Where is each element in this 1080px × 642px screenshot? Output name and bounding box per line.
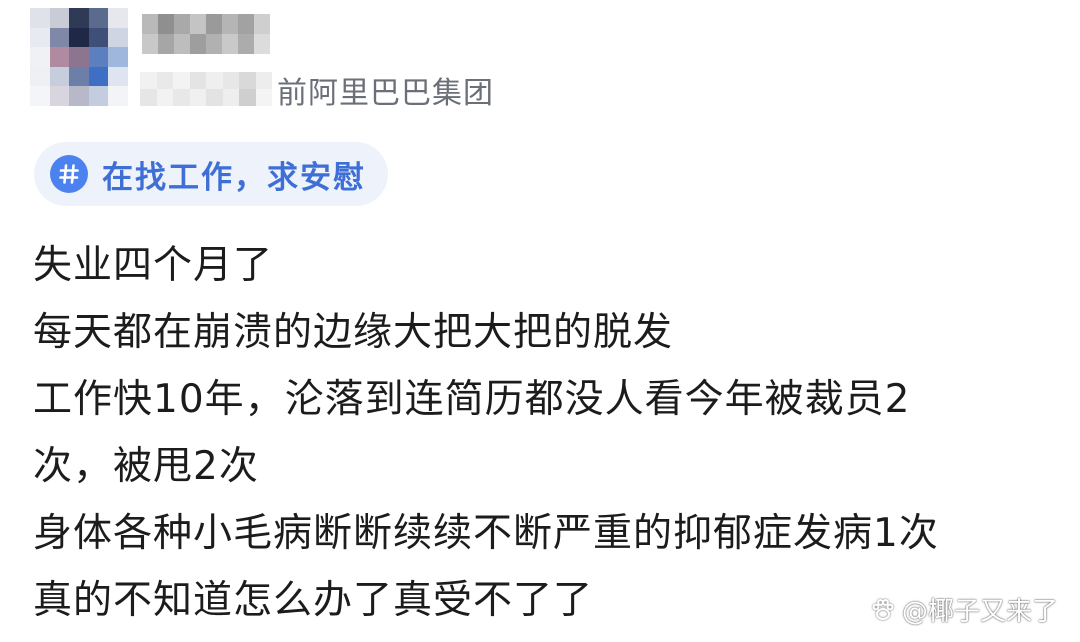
post-meta-blurred	[140, 72, 272, 106]
post-body-line: 次，被甩2次	[33, 444, 259, 489]
watermark: @椰子又来了	[870, 591, 1058, 628]
watermark-text: @椰子又来了	[901, 597, 1058, 627]
post-body-line: 工作快10年，沦落到连简历都没人看今年被裁员2	[33, 377, 911, 422]
post-body-line: 失业四个月了	[33, 243, 274, 288]
avatar[interactable]	[30, 8, 128, 106]
post-body: 失业四个月了 每天都在崩溃的边缘大把大把的脱发 工作快10年，沦落到连简历都没人…	[33, 232, 1043, 634]
paw-icon	[872, 598, 894, 620]
post-body-line: 每天都在崩溃的边缘大把大把的脱发	[33, 310, 674, 355]
company-label: 前阿里巴巴集团	[277, 76, 494, 111]
hashtag-icon	[50, 155, 88, 193]
username-blurred[interactable]	[142, 14, 270, 54]
topic-tag-label: 在找工作，求安慰	[102, 159, 366, 196]
post-body-line: 身体各种小毛病断断续续不断严重的抑郁症发病1次	[33, 511, 939, 556]
post-card: 前阿里巴巴集团 在找工作，求安慰 失业四个月了 每天都在崩溃的边缘大把大把的脱发…	[0, 0, 1080, 642]
topic-tag[interactable]: 在找工作，求安慰	[34, 142, 388, 206]
